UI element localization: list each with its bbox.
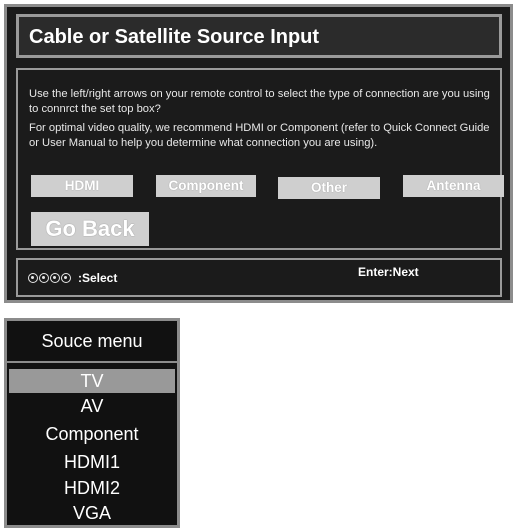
source-menu-item-av[interactable]: AV [9,394,175,418]
source-menu-title: Souce menu [41,331,143,351]
dialog-footer: :Select Enter:Next [16,258,502,297]
source-menu: Souce menu TV AV Component HDMI1 HDMI2 V… [4,318,180,528]
source-menu-item-component[interactable]: Component [9,422,175,446]
right-arrow-icon [39,273,49,283]
source-menu-item-vga[interactable]: VGA [9,501,175,525]
source-menu-item-tv[interactable]: TV [9,369,175,393]
left-arrow-icon [28,273,38,283]
option-other-button[interactable]: Other [278,177,380,199]
source-menu-header: Souce menu [7,321,177,363]
source-menu-item-hdmi2[interactable]: HDMI2 [9,476,175,500]
instruction-text: Use the left/right arrows on your remote… [29,88,490,115]
dialog-title-bar: Cable or Satellite Source Input [16,14,502,58]
recommendation-text: For optimal video quality, we recommend … [29,122,490,149]
option-hdmi-button[interactable]: HDMI [31,175,133,197]
go-back-button[interactable]: Go Back [31,212,149,246]
source-menu-item-hdmi1[interactable]: HDMI1 [9,450,175,474]
up-arrow-icon [50,273,60,283]
cable-satellite-dialog: Cable or Satellite Source Input Use the … [4,4,513,303]
option-antenna-button[interactable]: Antenna [403,175,504,197]
dialog-body: Use the left/right arrows on your remote… [16,68,504,250]
arrow-keys-icon [28,273,71,283]
select-hint: :Select [78,271,118,285]
dialog-title: Cable or Satellite Source Input [29,26,320,48]
enter-hint: Enter:Next [358,265,419,279]
option-component-button[interactable]: Component [156,175,256,197]
down-arrow-icon [61,273,71,283]
